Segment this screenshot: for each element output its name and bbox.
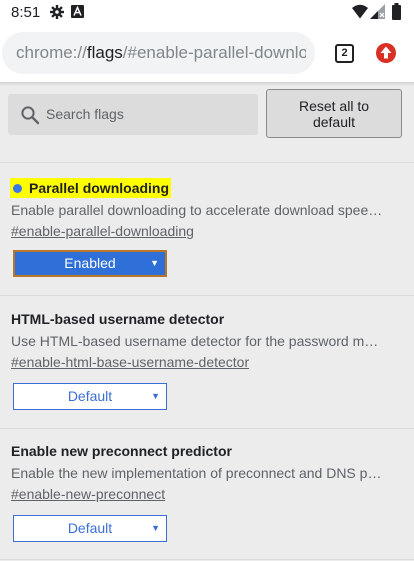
divider	[0, 162, 414, 163]
flag-title: Parallel downloading	[10, 178, 172, 198]
flag-state-select[interactable]: Enabled ▼	[13, 250, 167, 277]
reset-all-button[interactable]: Reset all to default	[266, 89, 402, 138]
gear-icon	[50, 5, 64, 19]
tab-switcher-button[interactable]: 2	[335, 44, 354, 63]
divider	[0, 559, 414, 560]
flag-state-value: Default	[67, 520, 113, 536]
flag-title-text: Parallel downloading	[29, 180, 170, 196]
status-bar: 8:51	[0, 0, 414, 24]
modified-dot-icon	[13, 184, 22, 193]
browser-toolbar: chrome://flags/#enable-parallel-download…	[0, 24, 414, 82]
toolbar-shadow	[0, 82, 414, 86]
search-icon	[21, 106, 40, 125]
divider	[0, 295, 414, 296]
flag-title: HTML-based username detector	[11, 311, 225, 327]
status-time: 8:51	[11, 4, 41, 21]
flag-state-select[interactable]: Default ▼	[13, 383, 167, 410]
search-input[interactable]	[46, 102, 251, 126]
flag-title: Enable new preconnect predictor	[11, 443, 232, 459]
dropdown-arrow-icon: ▼	[150, 258, 159, 268]
notification-a-icon	[71, 5, 84, 18]
url-scheme: chrome://	[16, 43, 87, 62]
url-bar[interactable]: chrome://flags/#enable-parallel-download…	[2, 32, 315, 74]
update-available-icon[interactable]	[375, 42, 397, 64]
url-text: chrome://flags/#enable-parallel-download…	[16, 43, 306, 63]
flag-description: Enable the new implementation of preconn…	[11, 465, 386, 481]
flag-state-value: Default	[67, 388, 113, 404]
flag-permalink[interactable]: #enable-new-preconnect	[11, 486, 165, 502]
battery-icon	[392, 3, 401, 20]
url-host: flags	[86, 43, 123, 62]
signal-icon	[370, 4, 385, 19]
search-box[interactable]	[8, 94, 258, 135]
flag-description: Use HTML-based username detector for the…	[11, 333, 386, 349]
wifi-icon	[352, 4, 368, 19]
dropdown-arrow-icon: ▼	[151, 391, 160, 401]
flag-permalink[interactable]: #enable-html-base-username-detector	[11, 354, 249, 370]
flag-permalink[interactable]: #enable-parallel-downloading	[11, 223, 194, 239]
flag-description: Enable parallel downloading to accelerat…	[11, 202, 386, 218]
flag-state-value: Enabled	[64, 255, 116, 271]
flag-state-select[interactable]: Default ▼	[13, 515, 167, 542]
divider	[0, 428, 414, 429]
dropdown-arrow-icon: ▼	[151, 523, 160, 533]
url-path: /#enable-parallel-downloading	[122, 43, 306, 62]
